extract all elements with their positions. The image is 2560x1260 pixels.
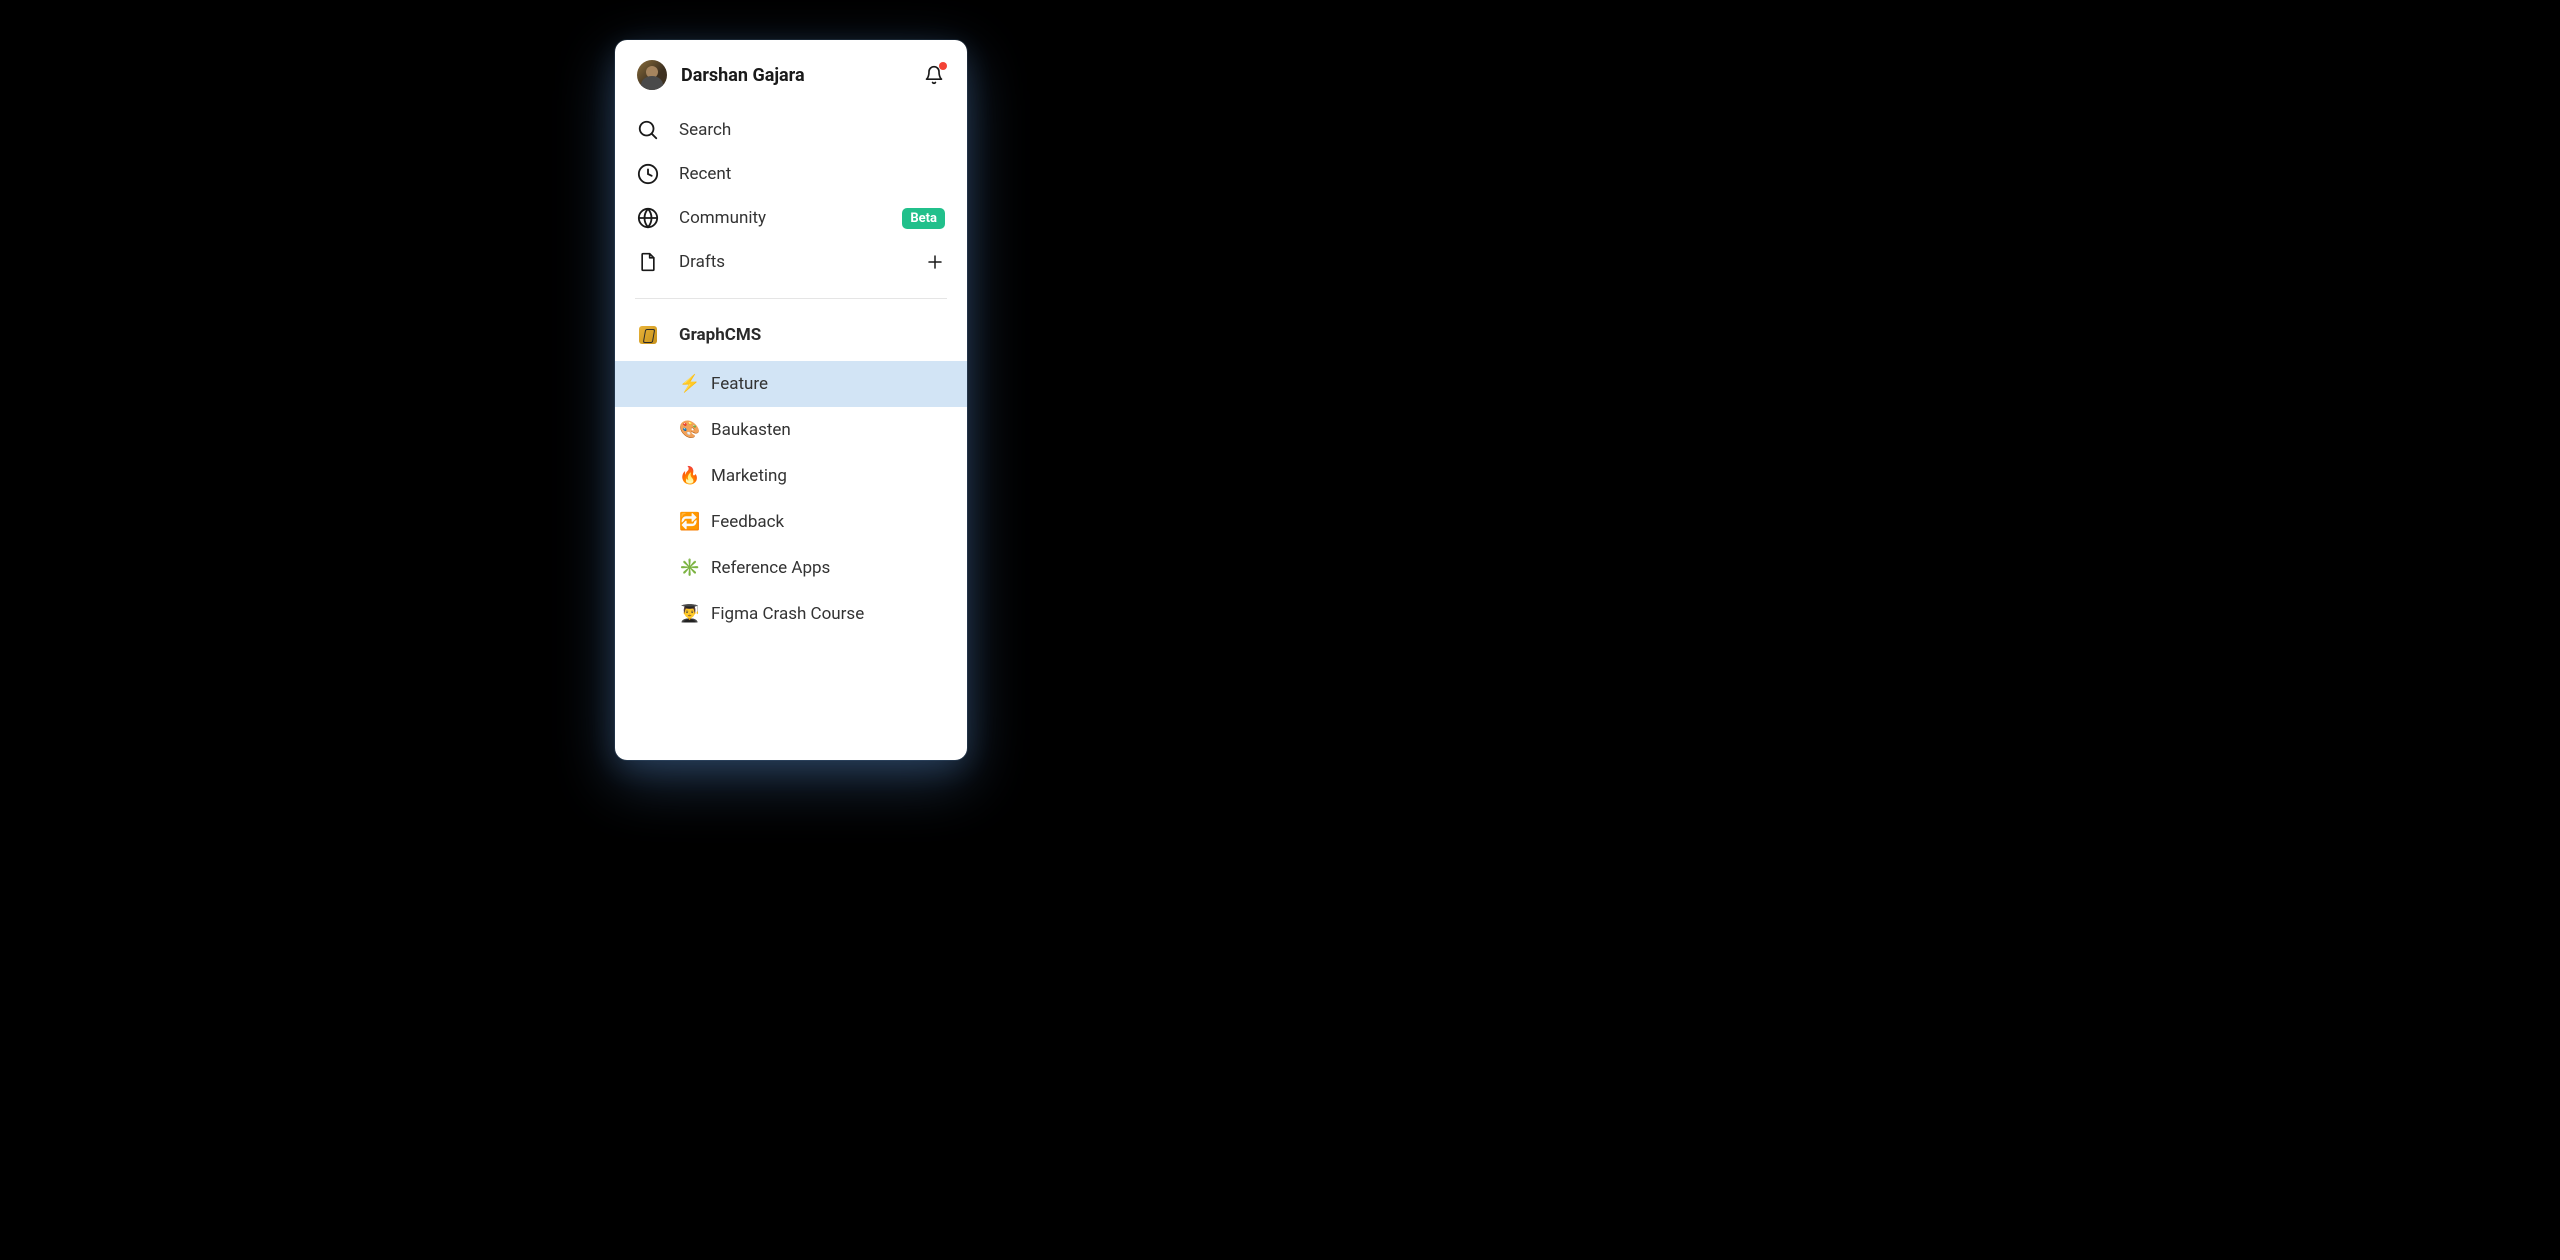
team-header[interactable]: GraphCMS (615, 315, 967, 355)
project-label: Feature (711, 374, 768, 394)
project-label: Reference Apps (711, 558, 830, 578)
sparkle-icon: ✳️ (679, 558, 699, 578)
project-item-feedback[interactable]: 🔁 Feedback (615, 499, 967, 545)
project-item-figma-crash-course[interactable]: 👨‍🎓 Figma Crash Course (615, 591, 967, 637)
project-item-baukasten[interactable]: 🎨 Baukasten (615, 407, 967, 453)
project-item-marketing[interactable]: 🔥 Marketing (615, 453, 967, 499)
nav-label: Search (679, 120, 945, 140)
project-item-reference-apps[interactable]: ✳️ Reference Apps (615, 545, 967, 591)
search-icon (637, 119, 659, 141)
nav-search[interactable]: Search (615, 108, 967, 152)
nav-label: Drafts (679, 252, 905, 272)
clock-icon (637, 163, 659, 185)
project-label: Baukasten (711, 420, 791, 440)
team-icon (639, 326, 657, 344)
notifications-button[interactable] (923, 64, 945, 86)
nav-recent[interactable]: Recent (615, 152, 967, 196)
nav-label: Community (679, 208, 882, 228)
lightning-icon: ⚡ (679, 374, 699, 394)
project-label: Marketing (711, 466, 787, 486)
project-label: Figma Crash Course (711, 604, 864, 624)
student-icon: 👨‍🎓 (679, 604, 699, 624)
nav-list: Search Recent Community Beta (615, 104, 967, 298)
avatar[interactable] (637, 60, 667, 90)
palette-icon: 🎨 (679, 420, 699, 440)
fire-icon: 🔥 (679, 466, 699, 486)
user-header: Darshan Gajara (615, 40, 967, 104)
new-draft-button[interactable] (925, 252, 945, 272)
plus-icon (926, 253, 944, 271)
nav-drafts[interactable]: Drafts (615, 240, 967, 284)
sidebar-panel: Darshan Gajara Search (615, 40, 967, 760)
project-label: Feedback (711, 512, 784, 532)
notification-dot (939, 62, 947, 70)
globe-icon (637, 207, 659, 229)
nav-community[interactable]: Community Beta (615, 196, 967, 240)
file-icon (637, 251, 659, 273)
beta-badge: Beta (902, 208, 945, 229)
project-item-feature[interactable]: ⚡ Feature (615, 361, 967, 407)
repeat-icon: 🔁 (679, 512, 699, 532)
team-name: GraphCMS (679, 325, 761, 345)
nav-label: Recent (679, 164, 945, 184)
team-section: GraphCMS ⚡ Feature 🎨 Baukasten 🔥 Marketi… (615, 299, 967, 637)
username: Darshan Gajara (681, 65, 909, 86)
project-list: ⚡ Feature 🎨 Baukasten 🔥 Marketing 🔁 Feed… (615, 355, 967, 637)
